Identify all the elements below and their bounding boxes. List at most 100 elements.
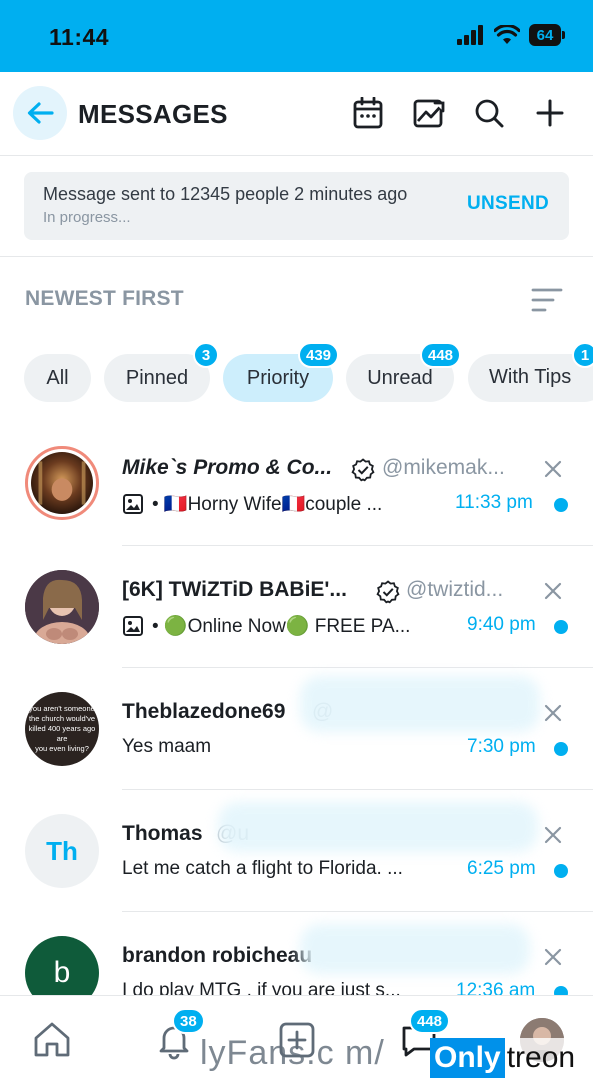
preview-text: • 🟢Online Now🟢 FREE PA... bbox=[152, 616, 411, 637]
unread-dot bbox=[554, 620, 568, 634]
close-icon[interactable] bbox=[543, 703, 563, 723]
chip-label: With Tips bbox=[489, 366, 572, 388]
notifications-badge: 38 bbox=[172, 1008, 205, 1034]
mass-message-banner: Message sent to 12345 people 2 minutes a… bbox=[24, 172, 569, 240]
chip-label: Priority bbox=[246, 366, 310, 389]
plus-icon bbox=[536, 99, 564, 127]
message-row[interactable]: you aren't someone the church would've k… bbox=[0, 668, 593, 790]
calendar-icon bbox=[353, 97, 383, 129]
avatar-caption-line: you aren't someone bbox=[29, 704, 95, 713]
watermark-brand-a: Only bbox=[430, 1038, 505, 1078]
sort-label[interactable]: NEWEST FIRST bbox=[25, 287, 184, 311]
chip-label: Pinned bbox=[125, 366, 189, 389]
message-time: 6:25 pm bbox=[467, 858, 536, 879]
filter-chip-priority[interactable]: Priority 439 bbox=[223, 342, 340, 402]
avatar-initials: b bbox=[53, 956, 71, 989]
nav-home[interactable] bbox=[30, 1018, 74, 1062]
message-time: 7:30 pm bbox=[467, 736, 536, 757]
avatar bbox=[25, 446, 99, 520]
new-message-button[interactable] bbox=[533, 96, 567, 130]
banner-text: Message sent to 12345 people 2 minutes a… bbox=[43, 184, 408, 204]
close-icon[interactable] bbox=[543, 825, 563, 845]
message-preview: • 🟢Online Now🟢 FREE PA... bbox=[122, 614, 410, 638]
avatar: you aren't someone the church would've k… bbox=[25, 692, 99, 766]
back-arrow-icon bbox=[27, 102, 54, 124]
avatar-caption: you aren't someone the church would've k… bbox=[25, 704, 99, 754]
message-time: 11:33 pm bbox=[455, 492, 533, 513]
message-row[interactable]: [6K] TWiZTiD BABiE'... @twiztid... • 🟢On… bbox=[0, 546, 593, 668]
message-row[interactable]: Th Thomas @u Let me catch a flight to Fl… bbox=[0, 790, 593, 912]
status-time: 11:44 bbox=[49, 24, 110, 50]
contact-name: Theblazedone69 bbox=[122, 700, 286, 723]
watermark-logo: Only treon bbox=[430, 1038, 590, 1078]
status-bar: 11:44 64 bbox=[0, 0, 593, 72]
avatar-caption-line: the church would've bbox=[28, 714, 96, 723]
redaction-blur bbox=[300, 924, 530, 974]
avatar bbox=[25, 570, 99, 644]
battery-icon: 64 bbox=[529, 24, 565, 46]
chip-label: Unread bbox=[367, 366, 433, 389]
redaction-blur bbox=[300, 676, 540, 732]
unread-dot bbox=[554, 498, 568, 512]
contact-name: Thomas bbox=[122, 822, 203, 845]
verified-icon bbox=[376, 580, 400, 604]
image-icon bbox=[123, 616, 143, 636]
filter-chips: All Pinned 3 Priority 439 Unread 448 Wit… bbox=[0, 342, 593, 402]
filter-chip-unread[interactable]: Unread 448 bbox=[346, 342, 462, 402]
avatar-caption-line: you even living? bbox=[35, 744, 89, 753]
preview-text: Let me catch a flight to Florida. ... bbox=[122, 858, 403, 879]
unsend-button[interactable]: UNSEND bbox=[467, 193, 549, 215]
message-time: 9:40 pm bbox=[467, 614, 536, 635]
watermark-brand-b: treon bbox=[504, 1038, 576, 1078]
watermark-text: lyFans.c m/ bbox=[200, 1034, 385, 1072]
status-icons: 64 bbox=[457, 24, 565, 46]
unread-dot bbox=[554, 864, 568, 878]
search-button[interactable] bbox=[472, 96, 506, 130]
banner-status: In progress... bbox=[43, 209, 131, 226]
vault-button[interactable] bbox=[412, 96, 446, 130]
avatar-caption-line: killed 400 years ago are bbox=[28, 724, 96, 743]
page-title: MESSAGES bbox=[78, 99, 228, 129]
filter-chip-with-tips[interactable]: With Tips 1 bbox=[468, 342, 593, 402]
sort-lines-icon bbox=[531, 288, 563, 312]
chip-badge: 1 bbox=[572, 342, 593, 368]
contact-name: brandon robicheau bbox=[122, 944, 313, 967]
wifi-icon bbox=[494, 25, 520, 44]
contact-handle: @twiztid... bbox=[406, 578, 504, 601]
divider bbox=[0, 256, 593, 257]
image-icon bbox=[123, 494, 143, 514]
verified-icon bbox=[351, 458, 375, 482]
nav-notifications[interactable]: 38 bbox=[152, 1008, 205, 1062]
preview-text: • 🇫🇷Horny Wife🇫🇷couple ... bbox=[152, 494, 383, 515]
chip-badge: 439 bbox=[298, 342, 340, 368]
message-preview: Let me catch a flight to Florida. ... bbox=[122, 858, 403, 880]
filter-chip-pinned[interactable]: Pinned 3 bbox=[104, 342, 219, 402]
message-preview: • 🇫🇷Horny Wife🇫🇷couple ... bbox=[122, 492, 382, 516]
header: MESSAGES bbox=[0, 72, 593, 156]
search-icon bbox=[475, 99, 504, 128]
message-preview: Yes maam bbox=[122, 736, 211, 758]
chip-badge: 448 bbox=[420, 342, 462, 368]
close-icon[interactable] bbox=[543, 947, 563, 967]
contact-name: [6K] TWiZTiD BABiE'... bbox=[122, 578, 347, 601]
filter-chip-all[interactable]: All bbox=[24, 354, 91, 402]
unread-dot bbox=[554, 742, 568, 756]
battery-level: 64 bbox=[529, 24, 561, 46]
close-icon[interactable] bbox=[543, 459, 563, 479]
chip-badge: 3 bbox=[193, 342, 219, 368]
close-icon[interactable] bbox=[543, 581, 563, 601]
signal-icon bbox=[457, 25, 483, 45]
image-chart-icon bbox=[413, 99, 445, 128]
contact-name: Mike`s Promo & Co... bbox=[122, 456, 333, 479]
home-icon bbox=[34, 1022, 70, 1057]
preview-text: Yes maam bbox=[122, 736, 212, 757]
calendar-button[interactable] bbox=[351, 96, 385, 130]
avatar-initials: Th bbox=[46, 835, 78, 866]
chip-label: All bbox=[46, 366, 69, 389]
contact-handle: @mikemak... bbox=[382, 456, 505, 479]
message-row[interactable]: Mike`s Promo & Co... @mikemak... • 🇫🇷Hor… bbox=[0, 424, 593, 546]
sort-button[interactable] bbox=[531, 287, 563, 313]
back-button[interactable] bbox=[13, 86, 67, 140]
redaction-blur bbox=[218, 802, 538, 852]
messages-badge: 448 bbox=[409, 1008, 451, 1034]
